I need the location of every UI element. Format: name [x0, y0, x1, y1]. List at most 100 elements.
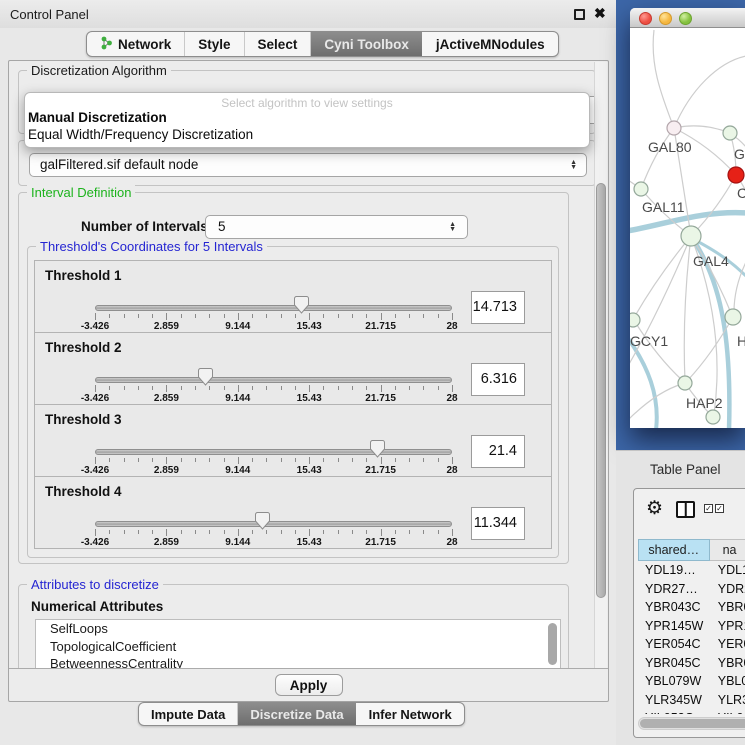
network-node-hap2[interactable]	[678, 376, 692, 390]
cell-shared-name[interactable]: YBL079W	[638, 672, 710, 691]
tick-mark	[338, 386, 339, 390]
threshold-value-field[interactable]: 6.316	[471, 363, 525, 396]
table-row[interactable]: YBL079WYBL0	[638, 672, 745, 691]
slider-thumb[interactable]	[294, 296, 309, 314]
tick-mark	[152, 386, 153, 390]
network-node-gal11[interactable]	[634, 182, 648, 196]
slider-thumb[interactable]	[370, 440, 385, 458]
close-traffic-light-icon[interactable]	[639, 12, 652, 25]
cell-shared-name[interactable]: YIL052C	[638, 709, 710, 714]
cell-name[interactable]: YBR0	[710, 598, 745, 617]
gear-icon[interactable]: ⚙	[646, 497, 663, 520]
table-row[interactable]: YER054CYER0	[638, 635, 745, 654]
network-canvas[interactable]: GAL80GACGAL11GAL4GCY1HHAP2	[630, 28, 745, 428]
attribute-item-betweennesscentrality[interactable]: BetweennessCentrality	[36, 655, 560, 668]
tab-discretize-data[interactable]: Discretize Data	[237, 703, 355, 725]
checkbox-icon: ✓	[715, 504, 724, 513]
apply-button[interactable]: Apply	[275, 674, 343, 696]
horizontal-scrollbar[interactable]	[638, 717, 745, 730]
number-of-intervals-combobox[interactable]: 5	[205, 215, 468, 239]
cell-name[interactable]: YPR1	[710, 617, 745, 636]
tick-label: -3.426	[81, 321, 109, 332]
cell-name[interactable]: YDR2	[710, 580, 745, 599]
slider-track[interactable]	[95, 305, 452, 311]
zoom-traffic-light-icon[interactable]	[679, 12, 692, 25]
table-row[interactable]: YDR27…YDR2	[638, 580, 745, 599]
tick-mark	[309, 313, 310, 320]
slider-thumb[interactable]	[198, 368, 213, 386]
tick-mark	[323, 458, 324, 462]
column-header-shared-name[interactable]: shared…	[638, 539, 710, 561]
tab-jactivemnodules[interactable]: jActiveMNodules	[422, 32, 558, 56]
list-scrollbar-thumb[interactable]	[548, 623, 557, 665]
cell-shared-name[interactable]: YLR345W	[638, 691, 710, 710]
cell-shared-name[interactable]: YPR145W	[638, 617, 710, 636]
table-row[interactable]: YLR345WYLR3	[638, 691, 745, 710]
attribute-item-selfloops[interactable]: SelfLoops	[36, 620, 560, 638]
select-columns-icon[interactable]: ✓ ✓	[704, 504, 724, 513]
column-header-name[interactable]: na	[710, 539, 745, 561]
table-row[interactable]: YIL052CYIL0	[638, 709, 745, 714]
cell-name[interactable]: YLR3	[710, 691, 745, 710]
cell-name[interactable]: YBR0	[710, 654, 745, 673]
tick-mark	[395, 458, 396, 462]
tab-select[interactable]: Select	[244, 32, 311, 56]
cell-name[interactable]: YDL1	[710, 561, 745, 580]
slider-thumb[interactable]	[255, 512, 270, 530]
network-node-h[interactable]	[725, 309, 741, 325]
table-row[interactable]: YPR145WYPR1	[638, 617, 745, 636]
network-node[interactable]	[706, 410, 720, 424]
network-node-gcy1[interactable]	[630, 313, 640, 327]
node-label: GAL80	[648, 139, 692, 155]
cell-shared-name[interactable]: YBR045C	[638, 654, 710, 673]
cell-name[interactable]: YBL0	[710, 672, 745, 691]
vertical-scrollbar-thumb[interactable]	[596, 183, 606, 598]
tick-mark	[395, 386, 396, 390]
combo-stepper-icon[interactable]: ▲▼	[449, 222, 456, 232]
tab-network[interactable]: Network	[87, 32, 184, 56]
slider-track[interactable]	[95, 377, 452, 383]
table-row[interactable]: YBR043CYBR0	[638, 598, 745, 617]
cell-name[interactable]: YER0	[710, 635, 745, 654]
dropdown-option-manual[interactable]: Manual Discretization	[25, 110, 589, 127]
threshold-value-field[interactable]: 14.713	[471, 291, 525, 324]
cell-name[interactable]: YIL0	[710, 709, 745, 714]
table-row[interactable]: YBR045CYBR0	[638, 654, 745, 673]
cell-shared-name[interactable]: YER054C	[638, 635, 710, 654]
split-columns-icon[interactable]	[676, 501, 695, 518]
cell-shared-name[interactable]: YDR27…	[638, 580, 710, 599]
network-node-c[interactable]	[728, 167, 744, 183]
numerical-attributes-list[interactable]: SelfLoopsTopologicalCoefficientBetweenne…	[35, 619, 561, 668]
network-node-gal80[interactable]	[667, 121, 681, 135]
network-node-gal4[interactable]	[681, 226, 701, 246]
tab-impute-data[interactable]: Impute Data	[139, 703, 237, 725]
horizontal-scrollbar-thumb[interactable]	[640, 719, 745, 728]
tab-label: Impute Data	[151, 707, 225, 722]
table-row[interactable]: YDL19…YDL1	[638, 561, 745, 580]
dropdown-option-equal-width[interactable]: Equal Width/Frequency Discretization	[25, 127, 589, 144]
group-title: Attributes to discretize	[27, 577, 163, 592]
threshold-value-field[interactable]: 21.4	[471, 435, 525, 468]
cell-shared-name[interactable]: YBR043C	[638, 598, 710, 617]
tab-infer-network[interactable]: Infer Network	[356, 703, 464, 725]
float-panel-icon[interactable]	[574, 9, 585, 20]
cell-shared-name[interactable]: YDL19…	[638, 561, 710, 580]
vertical-scrollbar[interactable]	[594, 62, 607, 668]
tick-mark	[195, 530, 196, 534]
slider-track[interactable]	[95, 449, 452, 455]
close-icon[interactable]: ✖	[594, 5, 606, 22]
tab-cyni-toolbox[interactable]: Cyni Toolbox	[310, 32, 422, 56]
tick-mark	[338, 458, 339, 462]
tick-mark	[252, 386, 253, 390]
tick-mark	[109, 458, 110, 462]
slider-track[interactable]	[95, 521, 452, 527]
table-data-combobox[interactable]: galFiltered.sif default node	[29, 153, 587, 177]
threshold-value-field[interactable]: 11.344	[471, 507, 525, 540]
network-node-ga[interactable]	[723, 126, 737, 140]
minimize-traffic-light-icon[interactable]	[659, 12, 672, 25]
network-window-titlebar[interactable]	[630, 8, 745, 28]
slider-tick-labels: -3.4262.8599.14415.4321.71528	[95, 537, 452, 548]
tab-style[interactable]: Style	[184, 32, 243, 56]
combo-stepper-icon[interactable]: ▲▼	[570, 160, 577, 170]
attribute-item-topologicalcoefficient[interactable]: TopologicalCoefficient	[36, 638, 560, 656]
